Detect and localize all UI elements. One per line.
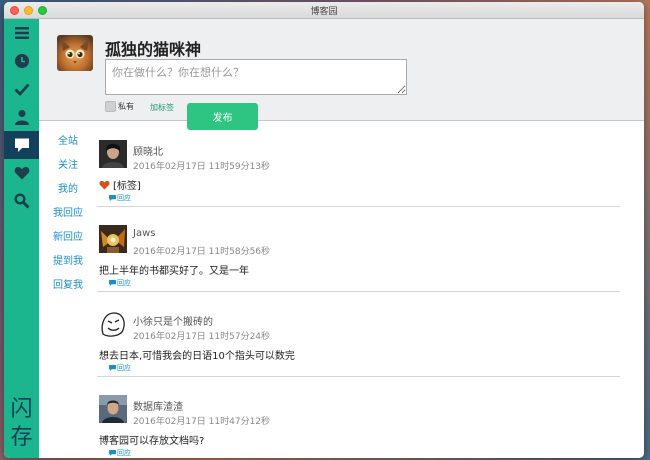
- private-checkbox[interactable]: [105, 101, 116, 112]
- filter-my-replies[interactable]: 我回应: [39, 202, 97, 226]
- post-avatar[interactable]: [99, 225, 127, 253]
- post-timestamp: 2016年02月17日 11时59分13秒: [133, 162, 271, 172]
- post-text: 把上半年的书都买好了。又是一年: [99, 266, 249, 277]
- reply-label: 回应: [117, 364, 131, 372]
- filter-mine[interactable]: 我的: [39, 178, 97, 202]
- post-text: [标签]: [113, 181, 141, 192]
- post-timestamp: 2016年02月17日 11时57分24秒: [133, 332, 271, 342]
- menu-icon: [14, 27, 29, 39]
- heart-icon: [14, 167, 29, 180]
- post-item: 顾晓北 2016年02月17日 11时59分13秒 [标签] 回应: [97, 122, 620, 207]
- filter-all[interactable]: 全站: [39, 130, 97, 154]
- window-title: 博客园: [310, 7, 338, 17]
- clock-icon: [14, 54, 29, 68]
- heart-icon: [99, 180, 110, 189]
- compose-panel: 孤独的猫咪神 私有 加标签 发布: [39, 19, 644, 130]
- sidebar-item-recent[interactable]: [4, 47, 39, 75]
- post-author[interactable]: 数据库渣渣: [133, 398, 183, 413]
- sidebar-item-done[interactable]: [4, 75, 39, 103]
- post-content: [标签]: [99, 177, 141, 192]
- post-item: 小徐只是个搬砖的 2016年02月17日 11时57分24秒 想去日本,可惜我会…: [97, 292, 620, 377]
- app-window: 博客园 闪存 孤独的猫咪神 你在做什么？你在想什么？ 私有 加标签 发布 全站 …: [4, 2, 644, 458]
- post-timestamp: 2016年02月17日 11时47分12秒: [133, 417, 271, 427]
- filter-replies-to-me[interactable]: 回复我: [39, 274, 97, 298]
- reply-label: 回应: [117, 279, 131, 287]
- post-item: Jaws 2016年02月17日 11时58分56秒 把上半年的书都买好了。又是…: [97, 207, 620, 292]
- post-text: 博客园可以存放文档吗?: [99, 436, 205, 447]
- comment-icon: [109, 365, 116, 371]
- private-label: 私有: [118, 102, 134, 111]
- sidebar-item-favorites[interactable]: [4, 159, 39, 187]
- reply-label: 回应: [117, 194, 131, 202]
- reply-link[interactable]: 回应: [109, 363, 131, 373]
- post-feed: 顾晓北 2016年02月17日 11时59分13秒 [标签] 回应 Jaws 2…: [97, 122, 620, 458]
- cat-avatar-icon: [61, 39, 89, 64]
- person-avatar-icon: [99, 140, 127, 168]
- post-content: 把上半年的书都买好了。又是一年: [99, 262, 249, 277]
- user-icon: [14, 110, 29, 125]
- robot-avatar-icon: [99, 225, 127, 253]
- filter-new-replies[interactable]: 新回应: [39, 226, 97, 250]
- meme-face-avatar-icon: [99, 310, 127, 338]
- current-user-avatar[interactable]: [57, 35, 93, 71]
- title-bar: 博客园: [4, 2, 644, 19]
- reply-label: 回应: [117, 449, 131, 457]
- post-timestamp: 2016年02月17日 11时58分56秒: [133, 247, 271, 257]
- post-content: 博客园可以存放文档吗?: [99, 432, 204, 447]
- message-icon: [14, 138, 29, 152]
- sidebar-item-flash[interactable]: [4, 131, 39, 159]
- add-tag-link[interactable]: 加标签: [150, 102, 174, 113]
- person-avatar-icon: [99, 395, 127, 423]
- current-username: 孤独的猫咪神: [105, 40, 202, 59]
- post-avatar[interactable]: [99, 395, 127, 423]
- flash-label: 闪存: [10, 397, 33, 450]
- private-toggle[interactable]: 私有: [105, 101, 134, 112]
- check-icon: [14, 83, 30, 97]
- comment-icon: [109, 195, 116, 201]
- reply-link[interactable]: 回应: [109, 448, 131, 458]
- reply-link[interactable]: 回应: [109, 278, 131, 288]
- post-text: 想去日本,可惜我会的日语10个指头可以数完: [99, 351, 295, 362]
- post-author[interactable]: 小徐只是个搬砖的: [133, 313, 213, 328]
- compose-input[interactable]: [105, 59, 407, 95]
- sidebar-item-search[interactable]: [4, 187, 39, 215]
- sidebar-item-profile[interactable]: [4, 103, 39, 131]
- post-author[interactable]: Jaws: [133, 228, 155, 239]
- filter-following[interactable]: 关注: [39, 154, 97, 178]
- post-avatar[interactable]: [99, 310, 127, 338]
- comment-icon: [109, 280, 116, 286]
- reply-link[interactable]: 回应: [109, 193, 131, 203]
- sidebar: 闪存: [4, 19, 39, 458]
- post-author[interactable]: 顾晓北: [133, 143, 163, 158]
- post-avatar[interactable]: [99, 140, 127, 168]
- sidebar-item-menu[interactable]: [4, 19, 39, 47]
- feed-filter-list: 全站 关注 我的 我回应 新回应 提到我 回复我: [39, 130, 97, 298]
- post-content: 想去日本,可惜我会的日语10个指头可以数完: [99, 347, 295, 362]
- filter-mentions[interactable]: 提到我: [39, 250, 97, 274]
- comment-icon: [109, 450, 116, 456]
- post-item: 数据库渣渣 2016年02月17日 11时47分12秒 博客园可以存放文档吗? …: [97, 377, 620, 458]
- search-icon: [13, 193, 30, 209]
